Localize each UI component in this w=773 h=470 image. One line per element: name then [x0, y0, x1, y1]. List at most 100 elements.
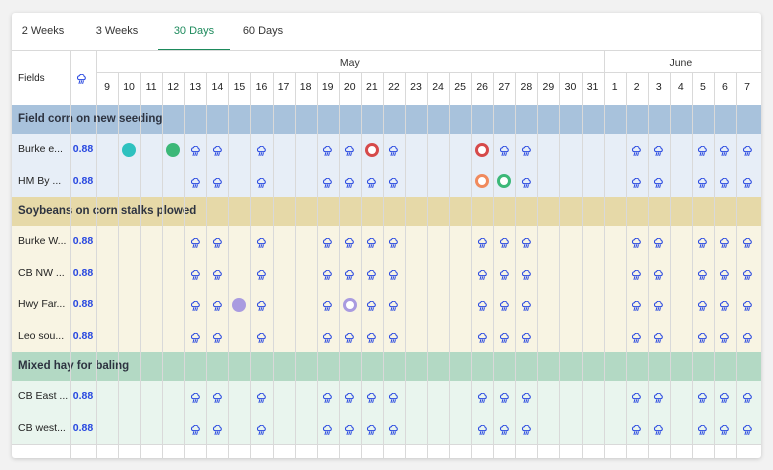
field-name[interactable]: Hwy Far...	[18, 298, 70, 310]
day-divider-body	[228, 105, 230, 458]
event-marker[interactable]	[475, 142, 490, 157]
day-divider	[162, 72, 164, 105]
event-marker[interactable]	[475, 174, 490, 189]
rain-icon	[521, 391, 532, 404]
day-divider	[559, 72, 561, 105]
rain-icon	[477, 423, 488, 435]
day-divider	[228, 72, 230, 105]
rain-icon	[697, 299, 708, 312]
day-divider	[382, 72, 384, 105]
day-divider	[184, 72, 186, 105]
rain-icon	[499, 144, 510, 157]
day-divider-body	[162, 105, 164, 458]
day-divider-body	[118, 105, 120, 458]
rain-icon	[521, 176, 532, 188]
day-divider-body	[338, 105, 340, 458]
day-label: 15	[233, 81, 246, 93]
tab-30-days[interactable]: 30 Days	[158, 13, 230, 51]
day-divider-body	[559, 105, 561, 458]
rain-icon	[742, 176, 753, 188]
event-marker[interactable]	[232, 297, 247, 312]
day-divider-body	[427, 105, 429, 458]
day-divider	[669, 72, 671, 105]
day-label: 12	[167, 81, 180, 93]
day-divider	[250, 72, 252, 105]
rain-icon	[631, 176, 642, 188]
day-divider	[294, 72, 296, 105]
tab-2-weeks[interactable]: 2 Weeks	[12, 13, 74, 49]
day-label: 25	[454, 81, 466, 93]
tab-60-days[interactable]: 60 Days	[230, 13, 296, 49]
rain-icon	[212, 144, 223, 157]
field-name[interactable]: Burke W...	[18, 235, 70, 247]
rain-icon	[521, 331, 532, 343]
field-name[interactable]: HM By ...	[18, 175, 70, 187]
field-name[interactable]: CB NW ...	[18, 267, 70, 279]
rain-icon	[631, 144, 642, 157]
rain-icon	[256, 176, 267, 188]
day-divider-body	[140, 105, 142, 458]
rain-col-divider	[96, 51, 97, 105]
event-marker[interactable]	[364, 142, 379, 157]
event-marker[interactable]	[497, 174, 512, 189]
rain-icon	[190, 268, 201, 280]
rain-icon	[212, 176, 223, 188]
day-label: 4	[677, 81, 684, 93]
rain-icon	[322, 331, 333, 343]
rain-icon	[212, 268, 223, 280]
event-marker[interactable]	[342, 297, 357, 312]
rain-total: 0.88	[72, 143, 94, 155]
day-divider-body	[669, 105, 671, 458]
day-divider	[118, 72, 120, 105]
rain-icon	[190, 331, 201, 343]
rain-icon	[388, 236, 399, 249]
rain-total: 0.88	[72, 390, 94, 402]
rain-icon	[322, 268, 333, 280]
rain-icon	[366, 236, 377, 249]
day-divider	[647, 72, 649, 105]
tab-3-weeks[interactable]: 3 Weeks	[84, 13, 150, 49]
rain-icon	[499, 331, 510, 343]
day-divider-body	[250, 105, 252, 458]
day-divider-body	[316, 105, 318, 458]
day-divider-body	[647, 105, 649, 458]
rain-total: 0.88	[72, 266, 94, 279]
day-divider-body	[404, 105, 406, 458]
rain-icon	[477, 268, 488, 280]
day-divider	[493, 72, 495, 105]
day-divider	[206, 72, 208, 105]
event-marker[interactable]	[166, 142, 181, 157]
rain-icon	[719, 391, 730, 404]
field-name[interactable]: Burke e...	[18, 143, 70, 155]
rain-icon	[366, 391, 377, 404]
field-name[interactable]: Leo sou...	[18, 330, 70, 342]
day-label: 9	[104, 81, 110, 93]
day-label: 18	[299, 81, 312, 93]
rain-icon	[719, 176, 730, 188]
day-divider-body	[736, 105, 738, 458]
day-label: 28	[520, 81, 533, 93]
rain-icon	[322, 299, 333, 312]
rain-icon	[653, 331, 664, 343]
field-name[interactable]: CB west...	[18, 422, 70, 434]
day-divider	[140, 72, 142, 105]
field-name[interactable]: CB East ...	[18, 390, 70, 402]
event-marker[interactable]	[122, 142, 137, 157]
rain-icon	[499, 423, 510, 435]
rain-icon	[521, 236, 532, 249]
day-label: 6	[722, 81, 728, 93]
planting-calendar-card: 2 Weeks 3 Weeks 30 Days 60 Days Fields May Ju…	[12, 13, 761, 458]
day-label: 14	[211, 81, 224, 93]
rain-icon	[653, 423, 664, 435]
day-label: 3	[655, 81, 662, 93]
day-divider-body	[471, 105, 473, 458]
rain-icon	[477, 299, 488, 312]
rain-icon	[76, 72, 87, 85]
day-divider-body	[581, 105, 583, 458]
rain-icon	[719, 331, 730, 343]
rain-icon	[499, 236, 510, 249]
day-label: 19	[321, 81, 334, 93]
month-label-june: June	[669, 57, 693, 69]
rain-icon	[477, 391, 488, 404]
day-divider-body	[537, 105, 539, 458]
